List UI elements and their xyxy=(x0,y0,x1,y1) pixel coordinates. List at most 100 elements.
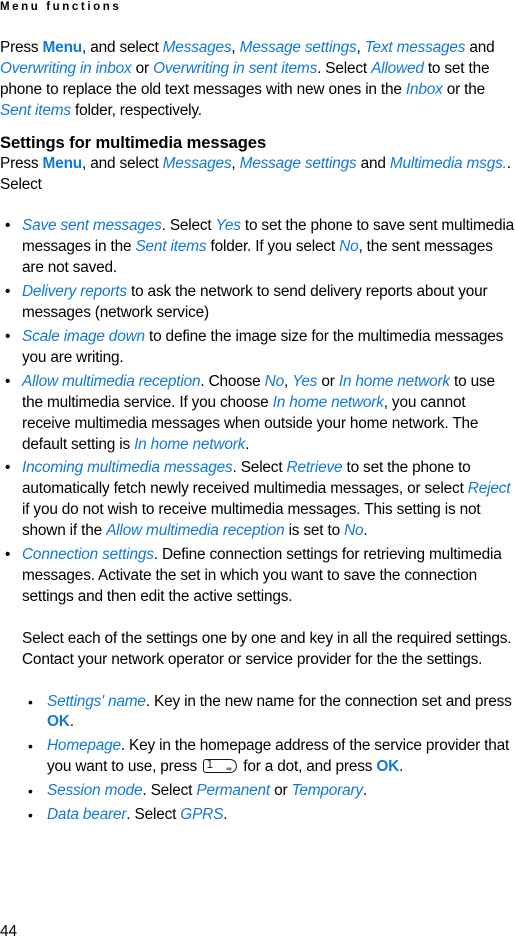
spacer-before-sub-paragraph xyxy=(0,608,515,629)
option-value: Permanent xyxy=(196,782,271,800)
lead-text-4: and xyxy=(356,154,390,172)
list-item: • Incoming multimedia messages. Select R… xyxy=(0,458,515,542)
intro-paragraph: Press Menu, and select Messages, Message… xyxy=(0,38,515,122)
option-value: In home network xyxy=(272,393,384,411)
list-item-text: Connection settings. Define connection s… xyxy=(22,545,515,608)
bullet-icon: • xyxy=(5,217,11,235)
lead-text-1: Press xyxy=(0,154,43,172)
list-item-text: Scale image down to define the image siz… xyxy=(22,327,515,369)
text-part: . Select xyxy=(126,806,181,824)
bullet-icon: • xyxy=(5,283,11,301)
intro-text-2: , and select xyxy=(82,39,163,56)
menu-keyword-2: Menu xyxy=(42,154,83,172)
option-allowed: Allowed xyxy=(371,59,424,77)
text-part: or xyxy=(270,782,292,800)
softkey-ok: OK xyxy=(47,713,70,731)
text-part: . xyxy=(223,806,228,824)
bullet-icon: • xyxy=(5,327,11,345)
text-part: is set to xyxy=(284,522,345,540)
list-item-text: Data bearer. Select GPRS. xyxy=(47,806,227,823)
text-part: . Key in the new name for the connection… xyxy=(145,692,512,710)
bullet-icon: • xyxy=(28,807,33,824)
intro-text-1: Press xyxy=(0,39,43,56)
page-number: 44 xyxy=(0,923,18,940)
option-value: No xyxy=(339,238,359,256)
menu-keyword: Menu xyxy=(42,39,83,56)
key-1-icon: 1 ∞ xyxy=(203,758,238,774)
option-value: Sent items xyxy=(135,238,207,256)
text-part: folder. If you select xyxy=(206,238,340,256)
menu-item-multimedia-msgs: Multimedia msgs. xyxy=(389,154,507,172)
option-value: GPRS xyxy=(180,806,224,824)
menu-item-overwriting-inbox: Overwriting in inbox xyxy=(0,59,132,77)
text-part: . Select xyxy=(161,217,216,235)
folder-sent-items: Sent items xyxy=(0,101,71,119)
text-part: or xyxy=(317,372,339,390)
spacer-before-bullets xyxy=(0,195,515,216)
bullet-icon: • xyxy=(5,546,11,564)
text-part: for a dot, and press xyxy=(239,758,377,776)
bullet-icon: • xyxy=(28,738,33,755)
option-value: Allow multimedia reception xyxy=(106,522,285,540)
running-head: Menu functions xyxy=(0,1,122,13)
page-content: Press Menu, and select Messages, Message… xyxy=(0,38,515,826)
menu-item-messages: Messages xyxy=(162,39,232,56)
option-value: Retrieve xyxy=(286,459,343,477)
text-part: . xyxy=(245,435,250,453)
manual-page: Menu functions Press Menu, and select Me… xyxy=(0,0,515,949)
list-item: • Save sent messages. Select Yes to set … xyxy=(0,216,515,279)
text-part: . xyxy=(399,758,404,776)
list-item-text: Delivery reports to ask the network to s… xyxy=(22,282,515,324)
list-item-text: Allow multimedia reception. Choose No, Y… xyxy=(22,372,515,456)
list-item: • Homepage. Key in the homepage address … xyxy=(0,736,515,778)
section-lead-paragraph: Press Menu, and select Messages, Message… xyxy=(0,154,515,196)
list-item: • Session mode. Select Permanent or Temp… xyxy=(0,781,515,802)
option-value: No xyxy=(344,522,364,540)
menu-item-overwriting-sent-items: Overwriting in sent items xyxy=(153,59,318,77)
option-value: Temporary xyxy=(291,782,364,800)
list-item-text: Incoming multimedia messages. Select Ret… xyxy=(22,458,515,542)
list-item: • Delivery reports to ask the network to… xyxy=(0,282,515,324)
menu-item-message-settings: Message settings xyxy=(239,39,357,56)
list-item: • Connection settings. Define connection… xyxy=(0,545,515,608)
option-value: No xyxy=(264,372,285,390)
text-part: , xyxy=(283,372,293,390)
text-part: . Choose xyxy=(200,372,265,390)
list-item-text: Save sent messages. Select Yes to set th… xyxy=(22,216,515,279)
text-part: . xyxy=(362,782,368,800)
text-part: . xyxy=(69,713,74,731)
setting-title: Connection settings xyxy=(22,546,154,564)
setting-title: Incoming multimedia messages xyxy=(22,459,233,477)
option-value: Reject xyxy=(467,480,511,498)
setting-title: Data bearer xyxy=(47,806,127,824)
text-part: . xyxy=(363,522,368,540)
list-item-text: Homepage. Key in the homepage address of… xyxy=(47,737,509,775)
setting-title: Allow multimedia reception xyxy=(22,372,201,390)
intro-text-6: or xyxy=(131,59,154,77)
list-item-text: Session mode. Select Permanent or Tempor… xyxy=(47,782,367,799)
sub-paragraph: Select each of the settings one by one a… xyxy=(22,629,512,668)
list-item: • Settings' name. Key in the new name fo… xyxy=(0,692,515,734)
bullet-icon: • xyxy=(28,693,33,710)
keycap-number: 1 xyxy=(206,758,213,771)
option-value: Yes xyxy=(215,217,241,235)
bullet-icon: • xyxy=(5,459,11,477)
setting-title: Homepage xyxy=(47,737,121,755)
folder-inbox: Inbox xyxy=(405,80,443,98)
list-item: • Data bearer. Select GPRS. xyxy=(0,805,515,826)
option-value: Yes xyxy=(292,372,318,390)
settings-bullet-list: • Save sent messages. Select Yes to set … xyxy=(0,216,515,607)
intro-text-9: or the xyxy=(442,80,485,98)
spacer-before-heading xyxy=(0,122,515,132)
section-heading: Settings for multimedia messages xyxy=(0,132,267,152)
text-part: . Select xyxy=(142,782,197,800)
menu-item-text-messages: Text messages xyxy=(364,39,466,56)
intro-text-10: folder, respectively. xyxy=(70,101,202,119)
intro-text-4: , xyxy=(356,39,365,56)
bullet-icon: • xyxy=(28,783,33,800)
setting-title: Scale image down xyxy=(22,327,145,345)
lead-text-3: , xyxy=(231,154,240,172)
menu-item-message-settings-2: Message settings xyxy=(239,154,357,172)
setting-title: Settings' name xyxy=(47,692,146,710)
setting-title: Session mode xyxy=(47,782,143,800)
